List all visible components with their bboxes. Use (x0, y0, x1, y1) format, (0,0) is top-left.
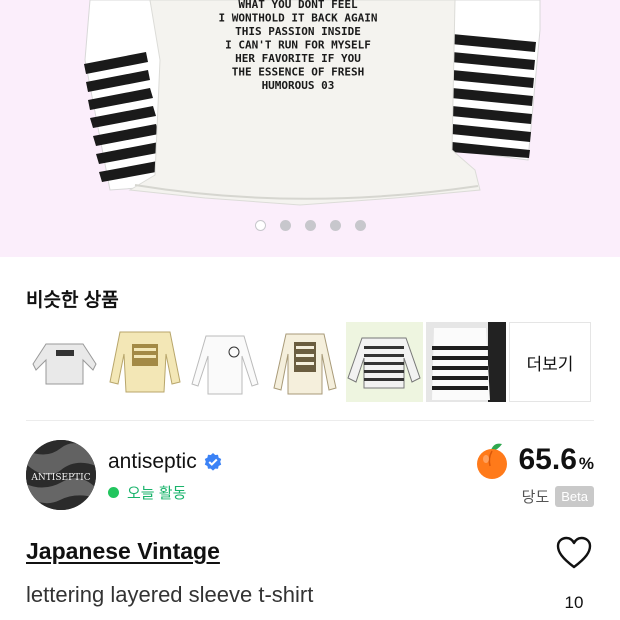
carousel-dot[interactable] (279, 220, 291, 231)
carousel-dot[interactable] (329, 220, 341, 231)
section-divider (26, 420, 594, 421)
shirt-print-line: HER FAVORITE IF YOU (235, 52, 361, 65)
sweetness-rating[interactable]: 65.6 % 당도 Beta (472, 440, 594, 507)
shirt-print-line: THIS PASSION INSIDE (235, 25, 361, 38)
similar-product-layered-print[interactable] (266, 322, 343, 402)
beta-badge: Beta (555, 486, 594, 507)
rating-value: 65.6 (518, 443, 577, 476)
seller-activity-status: 오늘 활동 (108, 482, 186, 503)
shirt-print-line: HUMOROUS 03 (262, 79, 335, 92)
peach-icon (477, 443, 508, 479)
shirt-print-line: THE ESSENCE OF FRESH (232, 66, 364, 79)
similar-product-yellow-print[interactable] (106, 322, 183, 402)
avatar-text: ANTISEPTIC (30, 473, 90, 483)
carousel-indicator (0, 220, 620, 231)
product-title: lettering layered sleeve t-shirt (26, 582, 314, 607)
shirt-print-text: WHAT YOU DONT FEELI WONTHOLD IT BACK AGA… (219, 0, 378, 92)
carousel-dot[interactable] (354, 220, 366, 231)
more-similar-button[interactable]: 더보기 (509, 322, 591, 402)
product-image-carousel[interactable]: WHAT YOU DONT FEEL I WONTHOLD IT BACK AGA… (0, 0, 620, 257)
rating-unit: % (578, 454, 594, 473)
similar-products-list: 더보기 (26, 322, 591, 402)
similar-products-title: 비슷한 상품 (26, 290, 119, 311)
similar-product-striped-tee[interactable] (426, 322, 506, 402)
verified-check-icon (204, 453, 221, 471)
product-brand-link[interactable]: Japanese Vintage (26, 538, 220, 565)
similar-product-gray-longsleeve[interactable] (26, 322, 103, 402)
heart-icon[interactable] (556, 536, 592, 570)
activity-label: 오늘 활동 (127, 485, 187, 502)
rating-label: 당도 (521, 489, 550, 506)
layered-print-tee-thumbnail (273, 333, 337, 395)
avatar-image: ANTISEPTIC (26, 440, 96, 510)
white-longsleeve-thumbnail (191, 335, 259, 395)
shirt-print-line: I WONTHOLD IT BACK AGAIN (219, 12, 378, 25)
online-dot-icon (108, 487, 119, 498)
shirt-print-line: WHAT YOU DONT FEEL (238, 0, 358, 11)
product-photo: WHAT YOU DONT FEELI WONTHOLD IT BACK AGA… (84, 0, 541, 206)
carousel-dot[interactable] (304, 220, 316, 231)
seller-avatar[interactable]: ANTISEPTIC (26, 440, 96, 510)
seller-name-row[interactable]: antiseptic (108, 450, 223, 474)
seller-name[interactable]: antiseptic (108, 450, 197, 474)
striped-tee-hanger-thumbnail (426, 322, 506, 402)
right-sleeve (449, 0, 541, 161)
like-section: 10 (554, 536, 594, 613)
shirt-print-line: I CAN'T RUN FOR MYSELF (225, 39, 371, 52)
carousel-dot[interactable] (254, 220, 266, 231)
striped-longsleeve-thumbnail (347, 337, 421, 389)
gray-longsleeve-thumbnail (32, 343, 97, 385)
similar-product-striped-longsleeve[interactable] (346, 322, 423, 402)
like-count: 10 (564, 593, 584, 612)
yellow-print-longsleeve-thumbnail (109, 331, 181, 393)
similar-product-white-longsleeve[interactable] (186, 322, 263, 402)
